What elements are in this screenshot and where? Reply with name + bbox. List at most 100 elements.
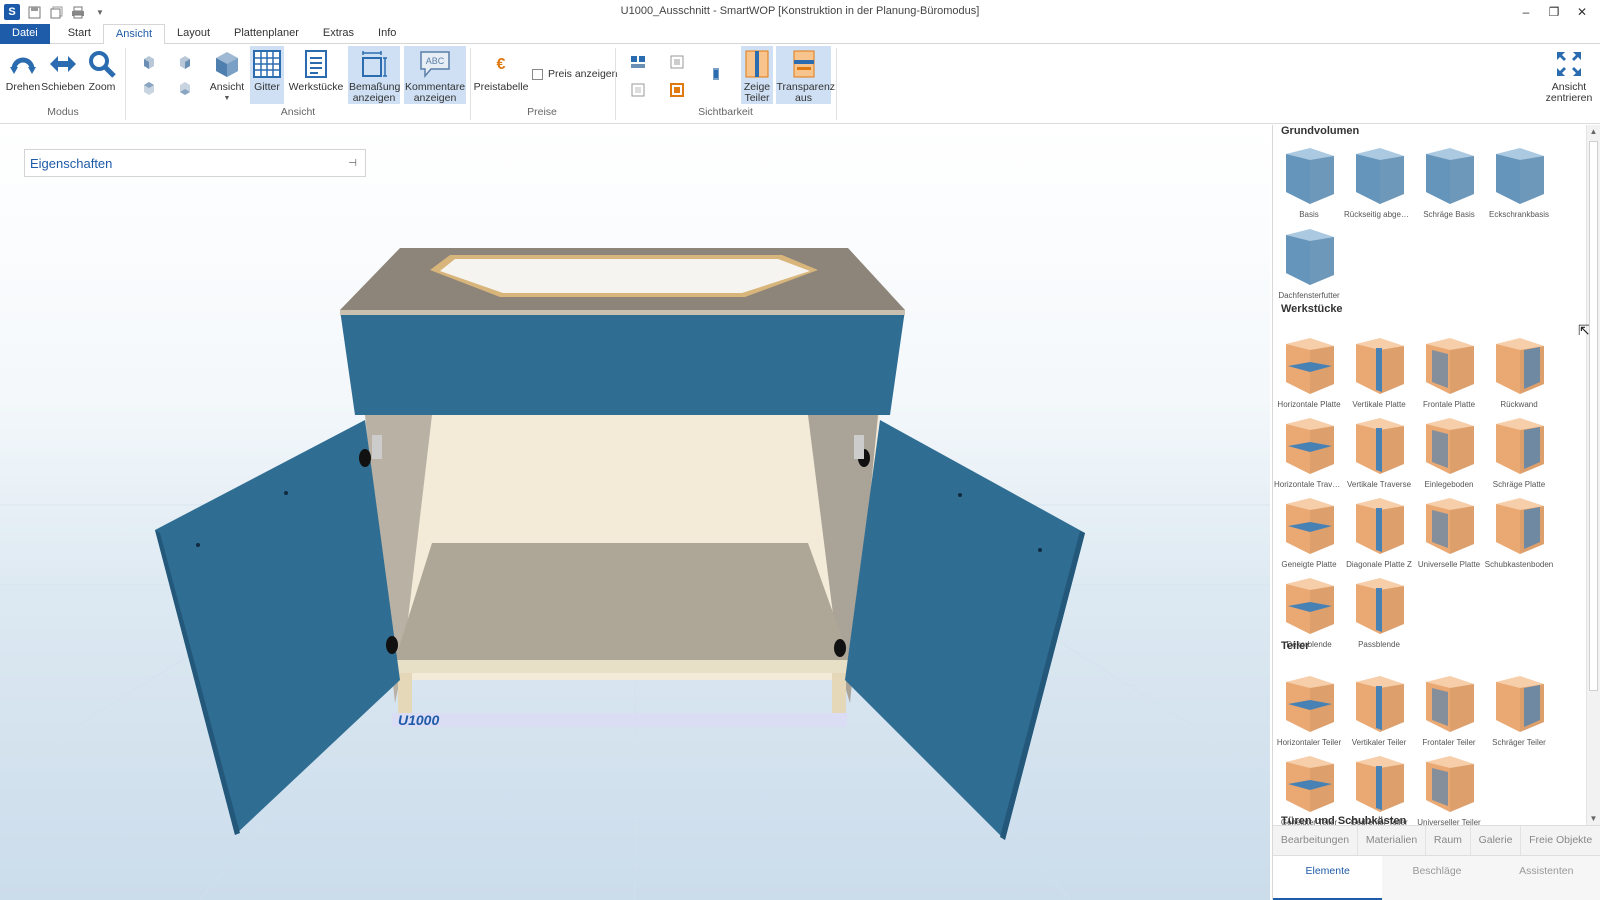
- panel-scrollbar[interactable]: ▲ ▼: [1586, 125, 1600, 825]
- tab-freie-objekte[interactable]: Freie Objekte: [1521, 826, 1600, 855]
- window-controls: – ❐ ✕: [1512, 0, 1596, 24]
- catalog-item[interactable]: Horizontaler Teiler: [1274, 672, 1344, 748]
- checkbox-box[interactable]: [532, 68, 543, 80]
- tab-info[interactable]: Info: [366, 24, 408, 44]
- catalog-item[interactable]: Horizontale Traverse: [1274, 414, 1344, 490]
- transparenz-label: Transparenz aus: [776, 81, 836, 104]
- view-right-icon[interactable]: [177, 80, 193, 96]
- catalog-item[interactable]: Universelle Platte: [1414, 494, 1484, 570]
- view-back-icon[interactable]: [177, 54, 193, 70]
- hinge-plate: [372, 435, 382, 459]
- preistabelle-button[interactable]: € Preistabelle: [474, 48, 529, 93]
- catalog-item[interactable]: Frontaler Teiler: [1414, 672, 1484, 748]
- catalog-item-label: Rückseitig abgewink...: [1344, 210, 1414, 219]
- highlight-frame-icon[interactable]: [669, 82, 685, 98]
- catalog-item[interactable]: Frontale Platte: [1414, 334, 1484, 410]
- catalog-item-label: Schräger Teiler: [1492, 738, 1546, 747]
- cabinet-leg: [398, 673, 412, 713]
- tab-beschlaege[interactable]: Beschläge: [1382, 856, 1491, 900]
- catalog-item[interactable]: Geneigte Platte: [1274, 494, 1344, 570]
- catalog-item-label: Vertikale Platte: [1352, 400, 1406, 409]
- scroll-up-icon[interactable]: ▲: [1587, 125, 1600, 138]
- ribbon-separator: [615, 48, 616, 120]
- pin-icon[interactable]: ⊣: [348, 158, 357, 169]
- preis-anzeigen-checkbox[interactable]: Preis anzeigen: [532, 68, 617, 80]
- catalog-item-thumbnail: [1350, 494, 1408, 560]
- drehen-button[interactable]: Drehen: [4, 48, 42, 93]
- divider-icon: [741, 48, 773, 80]
- hinge-icon: [359, 449, 371, 467]
- tab-materialien[interactable]: Materialien: [1358, 826, 1427, 855]
- catalog-item[interactable]: Vertikale Traverse: [1344, 414, 1414, 490]
- layout-grid-icon[interactable]: [630, 54, 646, 70]
- zeige-teiler-toggle[interactable]: Zeige Teiler: [741, 46, 773, 104]
- catalog-item-thumbnail: [1280, 334, 1338, 400]
- kommentare-toggle[interactable]: ABC Kommentare anzeigen: [404, 46, 466, 104]
- catalog-item[interactable]: Vertikaler Teiler: [1344, 672, 1414, 748]
- catalog-item[interactable]: Rückseitig abgewink...: [1344, 144, 1414, 220]
- save-icon[interactable]: [26, 4, 42, 20]
- customize-qat-chevron-icon[interactable]: ▼: [92, 4, 108, 20]
- werkstuecke-label: Werkstücke: [288, 81, 344, 93]
- transparenz-dropdown[interactable]: Transparenz aus: [776, 46, 836, 104]
- catalog-item[interactable]: Passblende: [1344, 574, 1414, 650]
- view-left-icon[interactable]: [141, 80, 157, 96]
- catalog-item[interactable]: Schräge Platte: [1484, 414, 1554, 490]
- catalog-item[interactable]: Basis: [1274, 144, 1344, 220]
- catalog-item[interactable]: Vertikale Platte: [1344, 334, 1414, 410]
- catalog-item[interactable]: Universeller Teiler: [1414, 752, 1484, 828]
- catalog-item[interactable]: Diagonale Platte Z: [1344, 494, 1414, 570]
- ansicht-dropdown-button[interactable]: Ansicht ▼: [208, 48, 246, 104]
- panel-icon[interactable]: [708, 66, 724, 82]
- catalog-item-label: Passblende: [1358, 640, 1400, 649]
- save-all-icon[interactable]: [48, 4, 64, 20]
- tab-extras[interactable]: Extras: [311, 24, 366, 44]
- tab-start[interactable]: Start: [56, 24, 103, 44]
- frame-alt-icon[interactable]: [630, 82, 646, 98]
- catalog-item[interactable]: Einlegeboden: [1414, 414, 1484, 490]
- tab-bearbeitungen[interactable]: Bearbeitungen: [1273, 826, 1358, 855]
- tab-assistenten[interactable]: Assistenten: [1492, 856, 1600, 900]
- catalog-item[interactable]: Eckschrankbasis: [1484, 144, 1554, 220]
- zoom-button[interactable]: Zoom: [84, 48, 120, 93]
- frame-icon[interactable]: [669, 54, 685, 70]
- ansicht-zentrieren-button[interactable]: Ansicht zentrieren: [1540, 48, 1598, 104]
- scroll-thumb[interactable]: [1589, 141, 1598, 691]
- catalog-item-thumbnail: [1490, 672, 1548, 738]
- close-icon[interactable]: ✕: [1568, 0, 1596, 24]
- bemassung-toggle[interactable]: Bemaßung anzeigen: [348, 46, 400, 104]
- minimize-icon[interactable]: –: [1512, 0, 1540, 24]
- restore-icon[interactable]: ❐: [1540, 0, 1568, 24]
- tab-layout[interactable]: Layout: [165, 24, 222, 44]
- tab-elemente[interactable]: Elemente: [1273, 856, 1383, 900]
- catalog-item[interactable]: Dekorblende: [1274, 574, 1344, 650]
- window-title: U1000_Ausschnitt - SmartWOP [Konstruktio…: [620, 5, 980, 17]
- tab-raum[interactable]: Raum: [1426, 826, 1471, 855]
- view-front-icon[interactable]: [141, 54, 157, 70]
- app-logo-icon[interactable]: S: [4, 4, 20, 20]
- tab-ansicht[interactable]: Ansicht: [102, 24, 165, 45]
- print-icon[interactable]: [70, 4, 86, 20]
- 3d-viewport[interactable]: U1000 Eigenschaften ⊣: [0, 125, 1270, 900]
- catalog-item-thumbnail: [1420, 334, 1478, 400]
- werkstuecke-button[interactable]: Werkstücke: [288, 48, 344, 93]
- tab-datei[interactable]: Datei: [0, 24, 50, 44]
- catalog-item[interactable]: Schubkastenboden: [1484, 494, 1554, 570]
- catalog-item-thumbnail: [1490, 414, 1548, 480]
- catalog-item[interactable]: Dachfensterfutter: [1274, 225, 1344, 301]
- catalog-item[interactable]: Schräge Basis: [1414, 144, 1484, 220]
- catalog-item[interactable]: Rückwand: [1484, 334, 1554, 410]
- catalog-item-label: Dachfensterfutter: [1278, 291, 1340, 300]
- scroll-down-icon[interactable]: ▼: [1587, 812, 1600, 825]
- catalog-item-thumbnail: [1490, 144, 1548, 210]
- cube-icon: [211, 48, 243, 80]
- catalog-item-thumbnail: [1420, 414, 1478, 480]
- catalog-item[interactable]: Horizontale Platte: [1274, 334, 1344, 410]
- schieben-button[interactable]: Schieben: [41, 48, 85, 93]
- catalog-item[interactable]: Schräger Teiler: [1484, 672, 1554, 748]
- tab-galerie[interactable]: Galerie: [1471, 826, 1522, 855]
- gitter-toggle[interactable]: Gitter: [250, 46, 284, 104]
- properties-panel-header[interactable]: Eigenschaften ⊣: [24, 149, 366, 177]
- left-door: [155, 420, 400, 835]
- tab-plattenplaner[interactable]: Plattenplaner: [222, 24, 311, 44]
